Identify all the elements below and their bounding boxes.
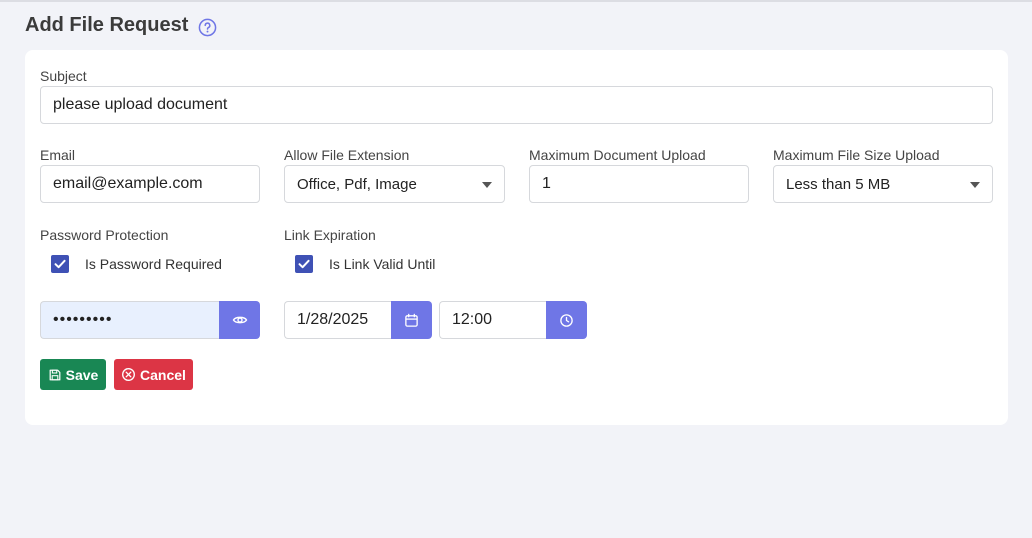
eye-icon [232,316,247,324]
time-field[interactable]: 12:00 [439,301,546,339]
check-icon [54,259,66,269]
x-circle-icon [122,368,135,381]
check-icon [298,259,310,269]
email-value: email@example.com [53,175,203,192]
password-value: ••••••••• [53,311,113,328]
file-extension-label: Allow File Extension [284,147,410,163]
password-input-group: ••••••••• [40,301,260,339]
max-document-field[interactable]: 1 [529,165,749,203]
calendar-button[interactable] [391,301,432,339]
caret-down-icon [970,182,980,188]
clock-button[interactable] [546,301,587,339]
max-file-size-value: Less than 5 MB [786,175,891,193]
password-required-label: Is Password Required [85,256,222,272]
page-title: Add File Request [25,14,189,36]
password-field[interactable]: ••••••••• [40,301,219,339]
floppy-disk-icon [49,369,61,380]
email-field[interactable]: email@example.com [40,165,260,203]
clock-icon [560,313,573,327]
max-file-size-label: Maximum File Size Upload [773,147,940,163]
cancel-button-label: Cancel [140,366,186,383]
password-required-checkbox-row[interactable]: Is Password Required [51,255,222,273]
link-valid-label: Is Link Valid Until [329,256,436,272]
file-extension-value: Office, Pdf, Image [297,175,417,193]
file-extension-select[interactable]: Office, Pdf, Image [284,165,505,203]
password-protection-label: Password Protection [40,227,169,243]
time-value: 12:00 [452,311,493,328]
link-valid-checkbox-row[interactable]: Is Link Valid Until [295,255,435,273]
subject-input[interactable]: please upload document [40,86,993,124]
link-valid-checkbox[interactable] [295,255,313,273]
question-circle-icon[interactable] [198,18,217,37]
email-label: Email [40,147,76,163]
save-button-label: Save [65,366,99,383]
calendar-icon [405,313,418,327]
max-file-size-select[interactable]: Less than 5 MB [773,165,993,203]
date-value: 1/28/2025 [297,311,369,328]
page-header: Add File Request [25,14,217,37]
password-required-checkbox[interactable] [51,255,69,273]
save-button[interactable]: Save [40,359,106,390]
link-expiration-label: Link Expiration [284,227,376,243]
date-field[interactable]: 1/28/2025 [284,301,391,339]
subject-value: please upload document [53,96,228,113]
cancel-button[interactable]: Cancel [114,359,193,390]
time-input-group: 12:00 [439,301,587,339]
file-request-form: Subject please upload document Email All… [25,50,1008,425]
max-document-value: 1 [542,175,551,192]
toggle-password-button[interactable] [219,301,260,339]
max-document-label: Maximum Document Upload [529,147,706,163]
subject-label: Subject [40,68,87,84]
date-input-group: 1/28/2025 [284,301,432,339]
caret-down-icon [482,182,492,188]
